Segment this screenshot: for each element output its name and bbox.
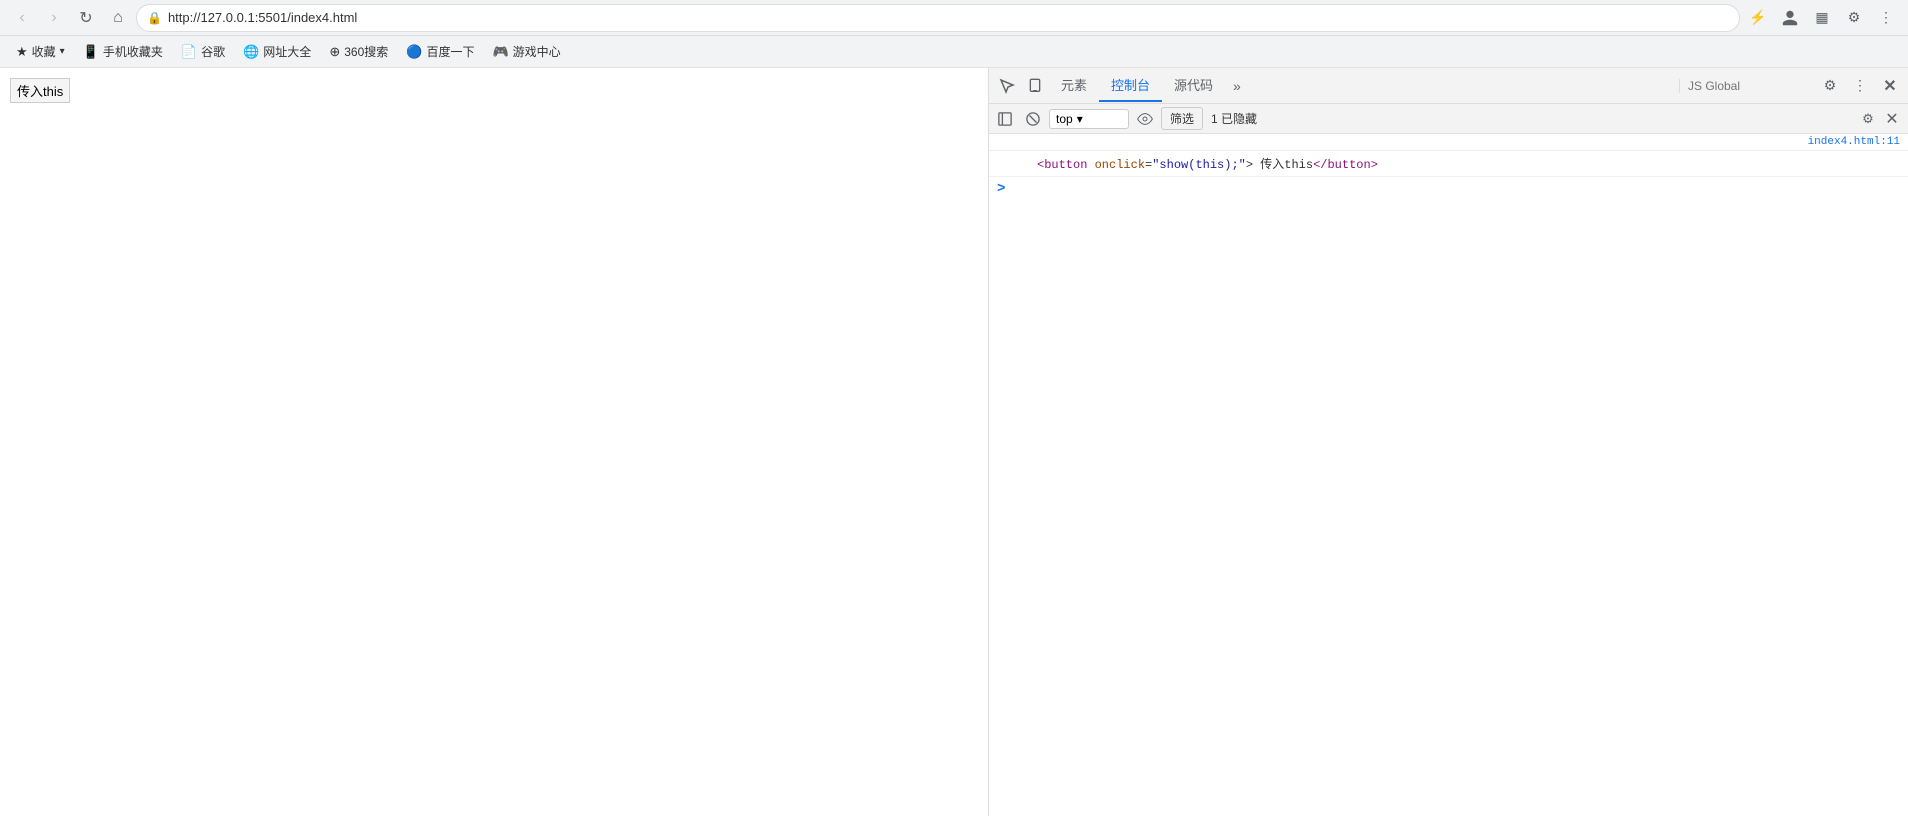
console-context-selector[interactable]: top ▾ bbox=[1049, 109, 1129, 129]
bookmark-mobile-label: 手机收藏夹 bbox=[103, 43, 163, 60]
console-source-link[interactable]: index4.html:11 bbox=[1748, 136, 1908, 148]
home-button[interactable]: ⌂ bbox=[104, 4, 132, 32]
star-icon: ★ bbox=[16, 44, 28, 60]
pass-this-button[interactable]: 传入this bbox=[10, 78, 70, 103]
devtools-more-button[interactable]: ⋮ bbox=[1846, 72, 1874, 100]
devtools-right-icons: ⚙ ⋮ ✕ bbox=[1816, 72, 1904, 100]
console-collapse-right[interactable]: ✕ bbox=[1880, 107, 1904, 131]
bookmark-games-label: 游戏中心 bbox=[513, 43, 561, 60]
code-close-bracket: > bbox=[1246, 158, 1253, 172]
devtools-toolbar: 元素 控制台 源代码 » ⚙ ⋮ ✕ bbox=[989, 68, 1908, 104]
forward-button[interactable]: › bbox=[40, 4, 68, 32]
code-text: 传入this bbox=[1253, 158, 1313, 172]
bookmark-wangzhan-label: 网址大全 bbox=[263, 43, 311, 60]
back-button[interactable]: ‹ bbox=[8, 4, 36, 32]
address-bar-container: 🔒 bbox=[136, 4, 1740, 32]
console-code-content: <button onclick="show(this);"> 传入this</b… bbox=[989, 153, 1908, 174]
settings-button[interactable]: ⚙ bbox=[1840, 4, 1868, 32]
more-tabs-button[interactable]: » bbox=[1225, 72, 1249, 100]
device-toggle-button[interactable] bbox=[1021, 72, 1049, 100]
tab-elements[interactable]: 元素 bbox=[1049, 69, 1099, 102]
main-area: 传入this 元素 控制台 bbox=[0, 68, 1908, 816]
menu-button[interactable]: ⋮ bbox=[1872, 4, 1900, 32]
nav-bar: ‹ › ↻ ⌂ 🔒 ⚡ ▦ ⚙ ⋮ bbox=[0, 0, 1908, 36]
console-content: index4.html:11 <button onclick="show(thi… bbox=[989, 134, 1908, 816]
cast-button[interactable]: ▦ bbox=[1808, 4, 1836, 32]
console-filter-input[interactable]: 筛选 bbox=[1161, 107, 1203, 130]
devtools-close-button[interactable]: ✕ bbox=[1876, 72, 1904, 100]
context-dropdown-icon: ▾ bbox=[1077, 112, 1083, 126]
page-content: 传入this bbox=[0, 68, 988, 816]
nav-right-buttons: ⚡ ▦ ⚙ ⋮ bbox=[1744, 4, 1900, 32]
bookmark-wangzhan[interactable]: 🌐 网址大全 bbox=[235, 39, 319, 64]
address-input[interactable] bbox=[168, 10, 1729, 25]
bookmark-collections[interactable]: ★ 收藏 ▾ bbox=[8, 39, 73, 64]
code-attr-name: onclick bbox=[1095, 158, 1145, 172]
console-clear-button[interactable] bbox=[1021, 107, 1045, 131]
bookmark-games[interactable]: 🎮 游戏中心 bbox=[484, 39, 568, 64]
console-prompt-line: > bbox=[989, 177, 1908, 201]
code-close-tag: </button> bbox=[1313, 158, 1378, 172]
secure-icon: 🔒 bbox=[147, 11, 162, 25]
baidu-icon: 🔵 bbox=[406, 44, 422, 60]
tab-console[interactable]: 控制台 bbox=[1099, 69, 1162, 102]
code-open-tag: <button bbox=[1037, 158, 1095, 172]
console-settings-right[interactable]: ⚙ bbox=[1856, 107, 1880, 131]
refresh-button[interactable]: ↻ bbox=[72, 4, 100, 32]
code-attr-value: "show(this);" bbox=[1152, 158, 1246, 172]
console-input[interactable] bbox=[1009, 182, 1900, 196]
devtools-settings-button[interactable]: ⚙ bbox=[1816, 72, 1844, 100]
console-chevron-icon: > bbox=[997, 181, 1005, 197]
bookmark-baidu[interactable]: 🔵 百度一下 bbox=[398, 39, 482, 64]
console-eye-button[interactable] bbox=[1133, 107, 1157, 131]
bookmark-google-label: 谷歌 bbox=[201, 43, 225, 60]
console-panel-left-button[interactable] bbox=[993, 107, 1017, 131]
context-label: top bbox=[1056, 112, 1073, 126]
devtools-search-area bbox=[1679, 79, 1816, 93]
dropdown-icon: ▾ bbox=[60, 46, 65, 57]
browser-window: ‹ › ↻ ⌂ 🔒 ⚡ ▦ ⚙ ⋮ ★ 收藏 ▾ 📱 手机收藏夹 bbox=[0, 0, 1908, 816]
console-right-controls: ⚙ ✕ bbox=[1856, 107, 1904, 131]
tab-sources[interactable]: 源代码 bbox=[1162, 69, 1225, 102]
games-icon: 🎮 bbox=[492, 44, 508, 60]
bookmark-360[interactable]: ⊕ 360搜索 bbox=[321, 39, 396, 64]
devtools-tabs: 元素 控制台 源代码 » bbox=[1049, 69, 1679, 102]
bookmark-baidu-label: 百度一下 bbox=[426, 43, 474, 60]
devtools-panel: 元素 控制台 源代码 » ⚙ ⋮ ✕ bbox=[988, 68, 1908, 816]
mobile-icon: 📱 bbox=[83, 44, 99, 60]
profile-button[interactable] bbox=[1776, 4, 1804, 32]
filter-label: 筛选 bbox=[1170, 110, 1194, 127]
bookmark-360-label: 360搜索 bbox=[344, 43, 388, 60]
extensions-button[interactable]: ⚡ bbox=[1744, 4, 1772, 32]
console-message-1: index4.html:11 bbox=[989, 134, 1908, 151]
console-hidden-count: 1 已隐藏 bbox=[1211, 110, 1257, 127]
google-icon: 📄 bbox=[181, 44, 197, 60]
bookmark-google[interactable]: 📄 谷歌 bbox=[173, 39, 233, 64]
bookmark-collections-label: 收藏 bbox=[32, 43, 56, 60]
wangzhan-icon: 🌐 bbox=[243, 44, 259, 60]
inspect-element-button[interactable] bbox=[993, 72, 1021, 100]
console-toolbar: top ▾ 筛选 1 已隐藏 ⚙ ✕ bbox=[989, 104, 1908, 134]
bookmark-mobile[interactable]: 📱 手机收藏夹 bbox=[75, 39, 171, 64]
bookmarks-bar: ★ 收藏 ▾ 📱 手机收藏夹 📄 谷歌 🌐 网址大全 ⊕ 360搜索 🔵 百度一… bbox=[0, 36, 1908, 68]
console-code-message: <button onclick="show(this);"> 传入this</b… bbox=[989, 151, 1908, 177]
devtools-search-input[interactable] bbox=[1688, 79, 1808, 93]
360-icon: ⊕ bbox=[329, 44, 340, 60]
